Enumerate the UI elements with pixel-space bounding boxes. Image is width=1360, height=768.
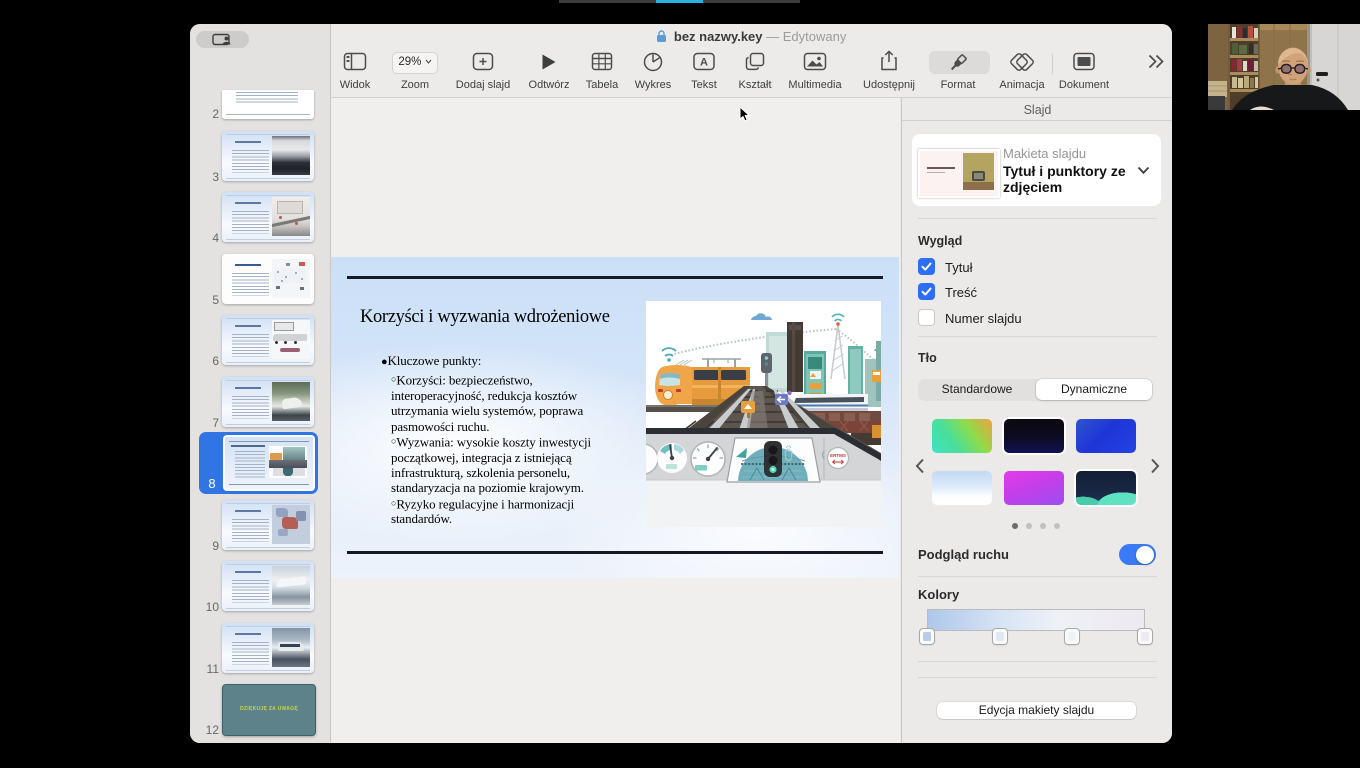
svg-text:ERTMS: ERTMS [830,453,846,458]
svg-text:A: A [700,57,708,69]
